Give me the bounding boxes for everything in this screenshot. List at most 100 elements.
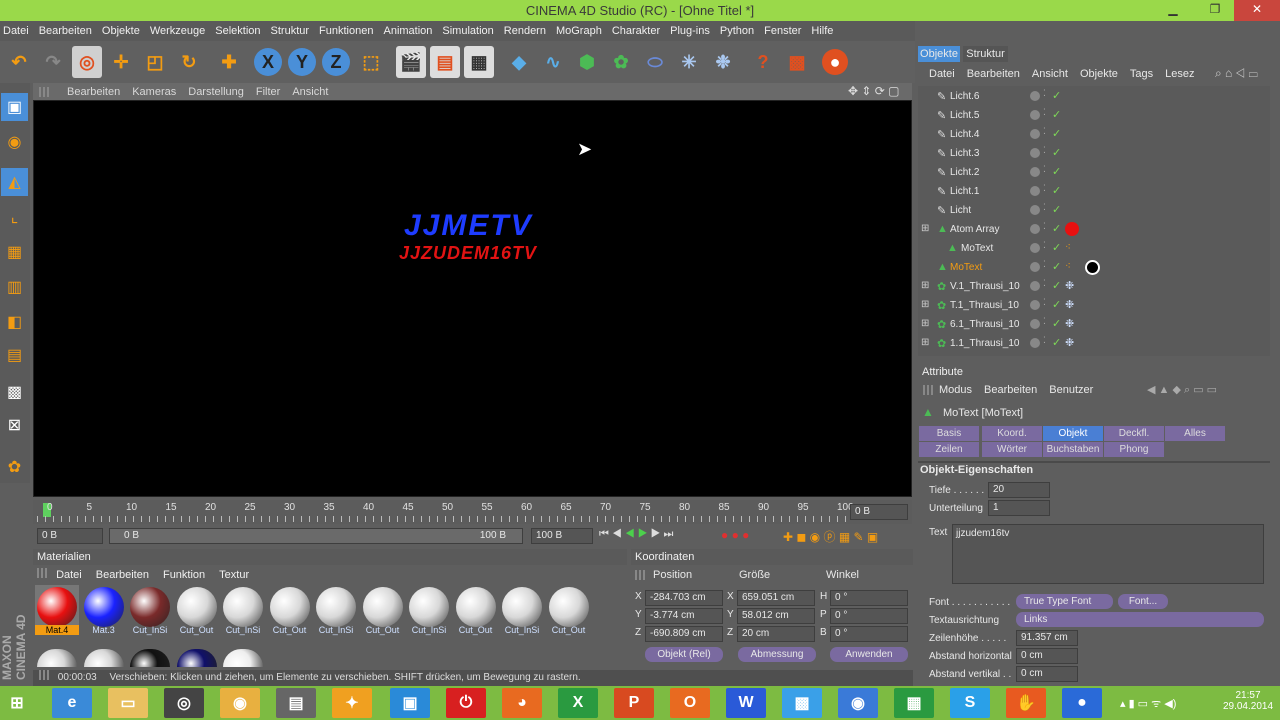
tab-koord[interactable]: Koord. xyxy=(982,426,1042,441)
object-row[interactable]: ✎ Licht ⁚ ✓ xyxy=(919,202,1271,221)
position-field[interactable]: -3.774 cm xyxy=(645,608,723,624)
menu-item-9[interactable]: Rendern xyxy=(504,25,546,37)
material-swatch[interactable]: Cut_Out xyxy=(175,585,219,635)
undo-icon[interactable]: ↶ xyxy=(4,46,34,78)
attribute-menu-item[interactable]: Bearbeiten xyxy=(984,384,1037,396)
edges-mode-icon[interactable]: ⌞ xyxy=(1,203,28,231)
visibility-dot-icon[interactable] xyxy=(1030,148,1040,158)
font-dropdown[interactable]: True Type Font xyxy=(1016,594,1113,609)
z-axis-icon[interactable]: Z xyxy=(322,48,350,76)
visibility-dot-icon[interactable] xyxy=(1030,205,1040,215)
tab-basis[interactable]: Basis xyxy=(919,426,979,441)
coordinate-system-icon[interactable]: ⬚ xyxy=(356,46,386,78)
minimize-button[interactable]: ▁ xyxy=(1158,0,1188,21)
axis-mode-icon[interactable]: ▤ xyxy=(1,341,28,369)
tab-buchstaben[interactable]: Buchstaben xyxy=(1043,442,1103,457)
visibility-dot-icon[interactable] xyxy=(1030,319,1040,329)
start-frame-field[interactable]: 0 B xyxy=(37,528,103,544)
visibility-dot-icon[interactable]: ⁚ xyxy=(1043,259,1046,270)
expand-icon[interactable]: ⊞ xyxy=(921,318,929,329)
object-name[interactable]: 1.1_Thrausi_10 xyxy=(950,338,1020,349)
menu-item-13[interactable]: Python xyxy=(720,25,754,37)
visibility-dot-icon[interactable]: ⁚ xyxy=(1043,240,1046,251)
object-row[interactable]: ✎ Licht.6 ⁚ ✓ xyxy=(919,88,1271,107)
material-swatch[interactable]: Cut_InSi xyxy=(314,585,358,635)
enabled-check-icon[interactable]: ✓ xyxy=(1052,108,1061,121)
visibility-dot-icon[interactable] xyxy=(1030,281,1040,291)
texture-mode-icon[interactable]: ◧ xyxy=(1,308,28,336)
materials-menu-item[interactable]: Datei xyxy=(56,569,82,581)
material-swatch[interactable]: Cut_InSi xyxy=(128,585,172,635)
enabled-check-icon[interactable]: ✓ xyxy=(1052,127,1061,140)
coord-mode-dropdown[interactable]: Objekt (Rel) xyxy=(645,647,723,662)
material-swatch[interactable]: Cut_Out xyxy=(361,585,405,635)
enabled-check-icon[interactable]: ✓ xyxy=(1052,146,1061,159)
object-row[interactable]: ▲ MoText ⁚ ✓ ⁖ xyxy=(919,240,1271,259)
c4d-taskbar-icon[interactable]: ● xyxy=(1062,688,1102,718)
viewport-menu-item[interactable]: Darstellung xyxy=(188,86,244,98)
enabled-check-icon[interactable]: ✓ xyxy=(1052,336,1061,349)
material-swatch[interactable]: Cut_InSi xyxy=(407,585,451,635)
apply-button[interactable]: Anwenden xyxy=(830,647,908,662)
tab-wrter[interactable]: Wörter xyxy=(982,442,1042,457)
menu-item-4[interactable]: Selektion xyxy=(215,25,260,37)
subdivision-field[interactable]: 1 xyxy=(988,500,1050,516)
key-mode-icons[interactable]: ✚ ◼ ◉ ⓟ ▦ ✎ ▣ xyxy=(783,528,878,545)
hand-icon[interactable]: ✋ xyxy=(1006,688,1046,718)
enabled-check-icon[interactable]: ✓ xyxy=(1052,298,1061,311)
material-swatch[interactable]: Mat.4 xyxy=(35,585,79,635)
array-icon[interactable]: ✿ xyxy=(606,46,636,78)
object-row[interactable]: ⊞ ✿ 6.1_Thrausi_10 ⁚ ✓ ❉ xyxy=(919,316,1271,335)
object-name[interactable]: Licht.2 xyxy=(950,167,979,178)
tab-zeilen[interactable]: Zeilen xyxy=(919,442,979,457)
visibility-dot-icon[interactable] xyxy=(1030,129,1040,139)
nurbs-icon[interactable]: ⬢ xyxy=(572,46,602,78)
object-name[interactable]: Licht.4 xyxy=(950,129,979,140)
tag-icon[interactable]: ❉ xyxy=(1065,317,1074,330)
objects-menu-item[interactable]: Objekte xyxy=(1080,68,1118,80)
render-picture-viewer-icon[interactable]: ▤ xyxy=(430,46,460,78)
object-name[interactable]: Licht xyxy=(950,205,971,216)
visibility-dot-icon[interactable]: ⁚ xyxy=(1043,335,1046,346)
menu-item-14[interactable]: Fenster xyxy=(764,25,801,37)
enabled-check-icon[interactable]: ✓ xyxy=(1052,222,1061,235)
render-settings-icon[interactable]: ▦ xyxy=(464,46,494,78)
objects-search-icons[interactable]: ⌕ ⌂ ◁ ▭ xyxy=(1215,66,1258,81)
objects-menu-item[interactable]: Lesez xyxy=(1165,68,1194,80)
file-explorer-icon[interactable]: ▭ xyxy=(108,688,148,718)
object-name[interactable]: Atom Array xyxy=(950,224,999,235)
device-icon[interactable]: ▤ xyxy=(276,688,316,718)
visibility-dot-icon[interactable] xyxy=(1030,262,1040,272)
visibility-dot-icon[interactable]: ⁚ xyxy=(1043,202,1046,213)
office-icon[interactable]: O xyxy=(670,688,710,718)
object-row[interactable]: ✎ Licht.4 ⁚ ✓ xyxy=(919,126,1271,145)
tab-struktur[interactable]: Struktur xyxy=(963,46,1008,62)
x-axis-icon[interactable]: X xyxy=(254,48,282,76)
menu-item-12[interactable]: Plug-ins xyxy=(670,25,710,37)
vlc-icon[interactable]: ✦ xyxy=(332,688,372,718)
close-button[interactable]: ✕ xyxy=(1234,0,1280,21)
tab-objekte[interactable]: Objekte xyxy=(918,46,960,62)
enabled-check-icon[interactable]: ✓ xyxy=(1052,260,1061,273)
playback-controls[interactable]: ⏮ ◀ ◀ ▶ ▶ ⏭ xyxy=(599,528,673,541)
cube-icon[interactable]: ◆ xyxy=(504,46,534,78)
scale-icon[interactable]: ◰ xyxy=(140,46,170,78)
tray-icons[interactable]: ▴ ▮ ▭ ᯤ ◀) xyxy=(1120,696,1176,711)
uv-mode-icon[interactable]: ▥ xyxy=(1,273,28,301)
tab-objekt[interactable]: Objekt xyxy=(1043,426,1103,441)
menu-item-2[interactable]: Objekte xyxy=(102,25,140,37)
visibility-dot-icon[interactable]: ⁚ xyxy=(1043,88,1046,99)
object-row[interactable]: ⊞ ✿ V.1_Thrausi_10 ⁚ ✓ ❉ xyxy=(919,278,1271,297)
object-mode-icon[interactable]: ◉ xyxy=(1,128,28,156)
enabled-check-icon[interactable]: ✓ xyxy=(1052,165,1061,178)
material-swatch[interactable]: Cut_InSi xyxy=(500,585,544,635)
materials-menu-item[interactable]: Textur xyxy=(219,569,249,581)
materials-menu-item[interactable]: Bearbeiten xyxy=(96,569,149,581)
size-field[interactable]: 58.012 cm xyxy=(737,608,815,624)
object-name[interactable]: MoText xyxy=(950,262,982,273)
skype-icon[interactable]: S xyxy=(950,688,990,718)
vertical-spacing-field[interactable]: 0 cm xyxy=(1016,666,1078,682)
attribute-menu-item[interactable]: Benutzer xyxy=(1049,384,1093,396)
mograph-tag-icon[interactable]: ⁖ xyxy=(1065,242,1071,253)
line-height-field[interactable]: 91.357 cm xyxy=(1016,630,1078,646)
